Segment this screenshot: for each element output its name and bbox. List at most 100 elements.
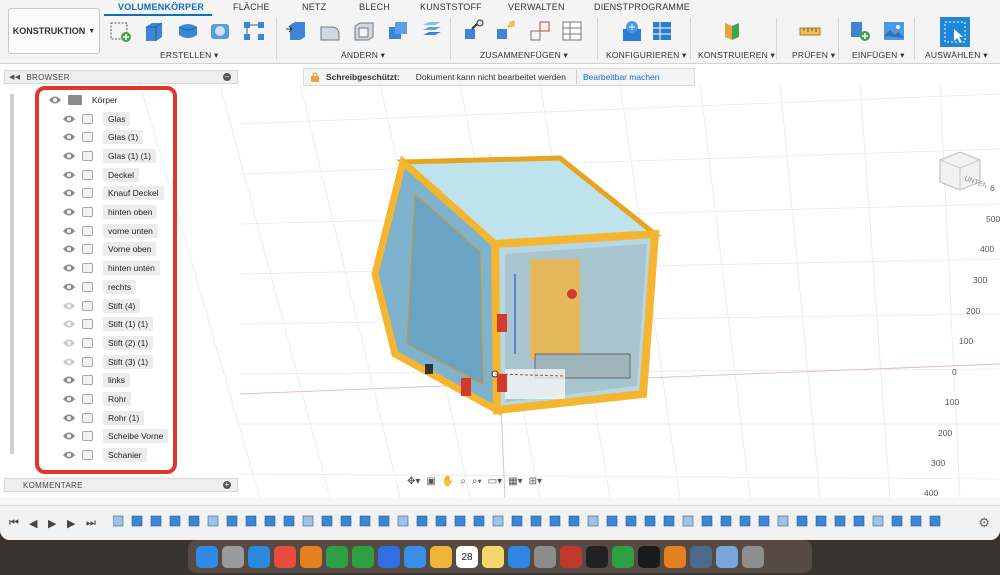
app-icon[interactable] xyxy=(638,545,660,568)
timeline-feature-icon[interactable] xyxy=(150,515,162,527)
add-comment-icon[interactable]: + xyxy=(223,481,231,489)
timeline-feature-icon[interactable] xyxy=(834,515,846,527)
timeline-feature-icon[interactable] xyxy=(454,515,466,527)
group-zusammenfuegen[interactable]: ZUSAMMENFÜGEN ▾ xyxy=(480,50,568,61)
settings-icon[interactable] xyxy=(534,545,556,568)
orbit-icon[interactable]: ✥▾ xyxy=(407,476,420,487)
select-icon[interactable] xyxy=(940,17,970,47)
as-built-joint-icon[interactable] xyxy=(494,19,518,43)
press-pull-icon[interactable] xyxy=(284,19,308,43)
app-icon[interactable] xyxy=(300,545,322,568)
launchpad-icon[interactable] xyxy=(222,545,244,568)
pan-icon[interactable]: ✋ xyxy=(442,476,454,487)
tab-verwalten[interactable]: VERWALTEN xyxy=(508,2,565,12)
safari-icon[interactable] xyxy=(248,545,270,568)
collapse-icon[interactable]: ◀◀ xyxy=(9,73,20,81)
timeline-feature-icon[interactable] xyxy=(549,515,561,527)
go-to-start-icon[interactable]: ⏮ xyxy=(9,517,19,530)
calendar-icon[interactable]: 28 xyxy=(456,545,478,568)
configure-table-icon[interactable] xyxy=(650,19,674,43)
group-aendern[interactable]: ÄNDERN ▾ xyxy=(341,50,385,61)
timeline-feature-icon[interactable] xyxy=(397,515,409,527)
workspace-switcher[interactable]: KONSTRUKTION ▼ xyxy=(8,8,100,54)
timeline-feature-icon[interactable] xyxy=(530,515,542,527)
tab-flaeche[interactable]: FLÄCHE xyxy=(233,2,270,12)
group-konstruieren[interactable]: KONSTRUIEREN ▾ xyxy=(698,50,775,61)
make-editable-link[interactable]: Bearbeitbar machen xyxy=(583,72,660,82)
preview-icon[interactable] xyxy=(690,545,712,568)
timeline-feature-icon[interactable] xyxy=(378,515,390,527)
appstore-icon[interactable] xyxy=(508,545,530,568)
tab-netz[interactable]: NETZ xyxy=(302,2,326,12)
timeline-feature-icon[interactable] xyxy=(568,515,580,527)
shell-icon[interactable] xyxy=(352,19,376,43)
tree-scrollbar[interactable] xyxy=(10,94,14,454)
timeline-feature-icon[interactable] xyxy=(891,515,903,527)
group-erstellen[interactable]: ERSTELLEN ▾ xyxy=(160,50,218,61)
timeline-feature-icon[interactable] xyxy=(321,515,333,527)
timeline-feature-icon[interactable] xyxy=(207,515,219,527)
go-to-end-icon[interactable]: ⏭ xyxy=(86,517,96,530)
plane-icon[interactable] xyxy=(720,19,744,43)
timeline-feature-icon[interactable] xyxy=(245,515,257,527)
comments-panel-header[interactable]: KOMMENTARE + xyxy=(4,478,238,492)
timeline-feature-icon[interactable] xyxy=(720,515,732,527)
timeline-feature-icon[interactable] xyxy=(872,515,884,527)
viewcube[interactable]: UNTEN xyxy=(934,146,986,192)
timeline-feature-icon[interactable] xyxy=(264,515,276,527)
timeline-feature-icon[interactable] xyxy=(777,515,789,527)
gear-icon[interactable]: ⚙ xyxy=(978,515,990,531)
create-sketch-icon[interactable] xyxy=(108,19,132,43)
group-einfuegen[interactable]: EINFÜGEN ▾ xyxy=(852,50,905,61)
timeline-feature-icon[interactable] xyxy=(606,515,618,527)
timeline-feature-icon[interactable] xyxy=(758,515,770,527)
numbers-icon[interactable] xyxy=(612,545,634,568)
affinity-icon[interactable] xyxy=(378,545,400,568)
tab-kunststoff[interactable]: KUNSTSTOFF xyxy=(420,2,482,12)
timeline-feature-icon[interactable] xyxy=(910,515,922,527)
timeline-feature-icon[interactable] xyxy=(815,515,827,527)
timeline-feature-icon[interactable] xyxy=(682,515,694,527)
zoom-icon[interactable]: ⌕ xyxy=(460,476,466,487)
folder-icon[interactable] xyxy=(716,545,738,568)
timeline-feature-icon[interactable] xyxy=(587,515,599,527)
timeline-feature-icon[interactable] xyxy=(853,515,865,527)
timeline-feature-icon[interactable] xyxy=(796,515,808,527)
timeline-feature-icon[interactable] xyxy=(302,515,314,527)
timeline-feature-icon[interactable] xyxy=(701,515,713,527)
tab-blech[interactable]: BLECH xyxy=(359,2,390,12)
group-konfigurieren[interactable]: KONFIGURIEREN ▾ xyxy=(606,50,686,61)
combine-icon[interactable] xyxy=(386,19,410,43)
timeline-feature-icon[interactable] xyxy=(435,515,447,527)
play-icon[interactable]: ▶ xyxy=(48,517,56,530)
extrude-icon[interactable] xyxy=(142,19,166,43)
timeline-feature-icon[interactable] xyxy=(644,515,656,527)
photos-icon[interactable] xyxy=(430,545,452,568)
browser-panel-header[interactable]: ◀◀ BROWSER – xyxy=(4,70,238,84)
enclosure-model[interactable] xyxy=(355,154,665,424)
step-back-icon[interactable]: ◀ xyxy=(29,517,37,530)
timeline-feature-icon[interactable] xyxy=(188,515,200,527)
group-pruefen[interactable]: PRÜFEN ▾ xyxy=(792,50,835,61)
timeline-feature-icon[interactable] xyxy=(416,515,428,527)
notes-icon[interactable] xyxy=(482,545,504,568)
timeline-feature-icon[interactable] xyxy=(511,515,523,527)
tab-dienstprogramme[interactable]: DIENSTPROGRAMME xyxy=(594,2,690,12)
configure-icon[interactable] xyxy=(620,19,644,43)
pattern-icon[interactable] xyxy=(242,19,266,43)
terminal-icon[interactable] xyxy=(586,545,608,568)
insert-derive-icon[interactable] xyxy=(848,19,872,43)
numbers-icon[interactable] xyxy=(326,545,348,568)
timeline-feature-icon[interactable] xyxy=(169,515,181,527)
timeline-feature-icon[interactable] xyxy=(113,515,124,527)
numbers-icon[interactable] xyxy=(352,545,374,568)
zoom-window-icon[interactable]: ⌕▾ xyxy=(472,476,482,487)
sweep-icon[interactable] xyxy=(208,19,232,43)
tab-volumenkoerper[interactable]: VOLUMENKÖRPER xyxy=(118,2,204,12)
joint-icon[interactable] xyxy=(462,19,486,43)
app-icon[interactable] xyxy=(560,545,582,568)
timeline-feature-icon[interactable] xyxy=(473,515,485,527)
joint-origin-icon[interactable] xyxy=(528,19,552,43)
display-settings-icon[interactable]: ▭▾ xyxy=(488,476,502,487)
insert-image-icon[interactable] xyxy=(882,19,906,43)
